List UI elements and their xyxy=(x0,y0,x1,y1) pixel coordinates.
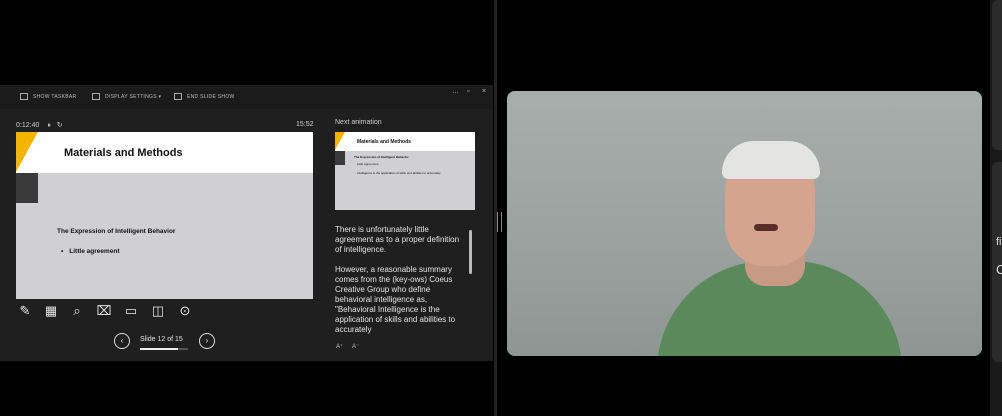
side-panel-text-2: C xyxy=(996,262,1002,277)
increase-font-button[interactable]: A⁺ xyxy=(336,343,343,350)
notes-paragraph-2: However, a reasonable summary comes from… xyxy=(335,265,456,334)
current-time: 15:52 xyxy=(296,121,314,128)
display-settings-button[interactable]: DISPLAY SETTINGS ▾ xyxy=(92,93,161,100)
slides-grid-icon[interactable]: ▦ xyxy=(43,303,59,319)
end-slide-show-button[interactable]: END SLIDE SHOW xyxy=(174,93,235,100)
taskbar-icon xyxy=(20,93,28,100)
side-panel-card-top xyxy=(992,0,1002,150)
slide-accent-yellow xyxy=(16,132,38,172)
preview-title: Materials and Methods xyxy=(357,139,411,145)
display-icon xyxy=(92,93,100,100)
elapsed-timer: 0:12:40 ⏸ ↻ xyxy=(16,122,63,129)
pen-icon[interactable]: ✎ xyxy=(17,303,33,319)
slide-accent-dark xyxy=(16,173,38,203)
presenter-toolbar: SHOW TASKBAR DISPLAY SETTINGS ▾ END SLID… xyxy=(0,85,493,109)
show-taskbar-button[interactable]: SHOW TASKBAR xyxy=(20,93,76,100)
previous-slide-button[interactable]: ‹ xyxy=(114,333,130,349)
next-animation-label: Next animation xyxy=(335,119,382,126)
subtitles-icon[interactable]: ▭ xyxy=(123,303,139,319)
restore-button[interactable]: ▫ xyxy=(467,88,469,95)
notes-scrollbar-thumb[interactable] xyxy=(469,230,472,274)
video-person-mouth xyxy=(754,224,778,231)
notes-scrollbar[interactable] xyxy=(469,225,472,335)
video-person-hair xyxy=(722,141,820,179)
notes-paragraph-1: There is unfortunately little agreement … xyxy=(335,225,460,254)
preview-bullet-2: Intelligence is the application of skill… xyxy=(357,171,441,175)
divider-handle-icon[interactable] xyxy=(497,212,502,232)
slide-title: Materials and Methods xyxy=(64,147,183,159)
pointer-icon[interactable]: ⌧ xyxy=(96,303,112,319)
speaker-notes[interactable]: There is unfortunately little agreement … xyxy=(335,225,465,335)
next-slide-button[interactable]: › xyxy=(199,333,215,349)
slide-subtitle: The Expression of Intelligent Behavior xyxy=(57,228,176,235)
current-slide[interactable]: Materials and Methods The Expression of … xyxy=(16,132,313,299)
black-screen-icon[interactable]: ◫ xyxy=(150,303,166,319)
next-slide-preview[interactable]: Materials and Methods The Expression of … xyxy=(335,132,475,210)
end-show-icon xyxy=(174,93,182,100)
more-button[interactable]: … xyxy=(452,88,459,95)
more-options-icon[interactable]: ⊙ xyxy=(177,303,193,319)
reset-timer-icon[interactable]: ↻ xyxy=(57,122,63,129)
slide-progress xyxy=(140,348,188,350)
slide-progress-fill xyxy=(140,348,179,350)
pane-divider[interactable] xyxy=(494,0,497,416)
preview-accent-yellow xyxy=(335,132,345,150)
preview-accent-dark xyxy=(335,151,345,165)
presenter-view-window: SHOW TASKBAR DISPLAY SETTINGS ▾ END SLID… xyxy=(0,85,493,361)
side-panel-text-1: fi xyxy=(996,236,1002,248)
pause-timer-icon[interactable]: ⏸ xyxy=(47,122,51,129)
slide-counter[interactable]: Slide 12 of 15 xyxy=(140,336,183,343)
zoom-icon[interactable]: ⌕ xyxy=(69,303,85,319)
preview-subtitle: The Expression of Intelligent Behavior xyxy=(354,155,409,159)
close-button[interactable]: × xyxy=(482,88,486,95)
decrease-font-button[interactable]: A⁻ xyxy=(352,343,359,350)
slide-bullet: Little agreement xyxy=(61,248,119,255)
preview-bullet-1: Little agreement xyxy=(357,162,379,166)
participant-video[interactable] xyxy=(507,91,982,356)
